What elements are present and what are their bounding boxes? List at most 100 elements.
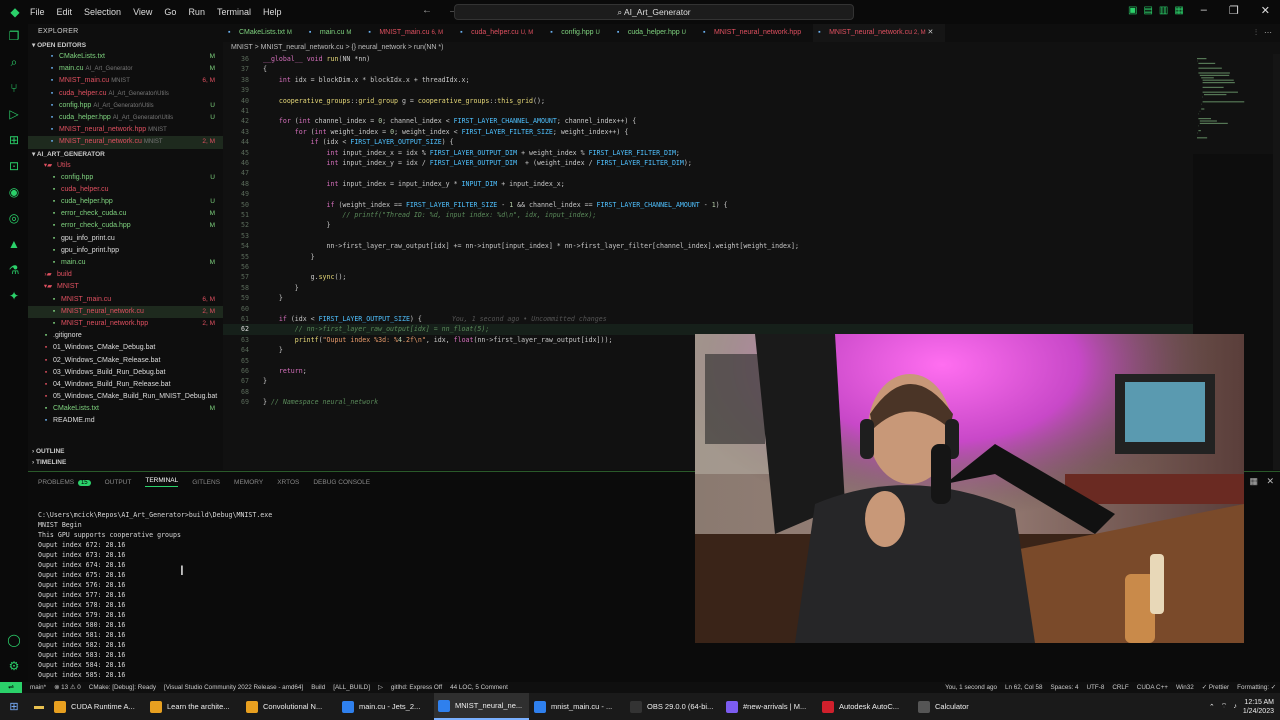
start-icon[interactable]: ⊞ <box>0 700 28 713</box>
open-editor-item[interactable]: ▪ MNIST_neural_network.cu MNIST 2, M <box>28 136 223 149</box>
editor-tab[interactable]: ▪ main.cu M <box>304 24 363 42</box>
tree-file[interactable]: ▪ 01_Windows_CMake_Debug.bat <box>28 342 223 354</box>
cmake-status[interactable]: CMake: [Debug]: Ready <box>89 684 156 691</box>
menu-terminal[interactable]: Terminal <box>217 7 251 17</box>
menu-go[interactable]: Go <box>164 7 176 17</box>
open-editor-item[interactable]: ▪ MNIST_neural_network.hpp MNIST <box>28 124 223 136</box>
close-panel-icon[interactable]: ✕ <box>1266 476 1274 487</box>
remote-indicator-icon[interactable]: ⇌ <box>0 682 22 693</box>
account-icon[interactable]: ◯ <box>6 632 22 648</box>
code-line[interactable]: 47 <box>223 168 1193 178</box>
editor-tab[interactable]: ▪ config.hpp U <box>545 24 612 42</box>
code-line[interactable]: 40 cooperative_groups::grid_group g = co… <box>223 96 1193 106</box>
tree-file[interactable]: ▪ .gitignore <box>28 330 223 342</box>
prettier-status[interactable]: ✓ Prettier <box>1202 682 1229 693</box>
outline-section[interactable]: › OUTLINE <box>28 446 223 457</box>
taskbar-app[interactable]: Calculator <box>914 693 1009 720</box>
code-line[interactable]: 42 for (int channel_index = 0; channel_i… <box>223 116 1193 126</box>
code-line[interactable]: 57 g.sync(); <box>223 272 1193 282</box>
tree-file[interactable]: ▪ gpu_info_print.cu <box>28 233 223 245</box>
tree-file[interactable]: ▪ config.hpp U <box>28 172 223 184</box>
tray-overflow-icon[interactable]: ⌃ <box>1209 703 1215 711</box>
editor-tab[interactable]: ▪ MNIST_neural_network.cu 2, M ✕ <box>813 24 946 42</box>
tree-folder[interactable]: ▾▰ Utils <box>28 160 223 172</box>
problems-status[interactable]: ⊗ 13 ⚠ 0 <box>54 684 81 691</box>
tab-gitlens[interactable]: GITLENS <box>192 479 220 486</box>
formatting-status[interactable]: Formatting: ✓ <box>1237 682 1276 693</box>
code-line[interactable]: 50 if (weight_index == FIRST_LAYER_FILTE… <box>223 200 1193 210</box>
tab-output[interactable]: OUTPUT <box>105 479 132 486</box>
gitlens-icon[interactable]: ◉ <box>6 184 22 200</box>
tree-file[interactable]: ▪ CMakeLists.txt M <box>28 403 223 415</box>
taskbar-app[interactable]: MNIST_neural_ne... <box>434 693 529 720</box>
tree-file[interactable]: ▪ MNIST_neural_network.hpp 2, M <box>28 318 223 330</box>
clock[interactable]: 12:15 AM 1/24/2023 <box>1243 698 1274 716</box>
menu-edit[interactable]: Edit <box>57 7 73 17</box>
volume-icon[interactable]: ♪ <box>1233 703 1237 710</box>
line-ending[interactable]: CRLF <box>1112 682 1128 693</box>
code-line[interactable]: 59 } <box>223 293 1193 303</box>
restore-icon[interactable]: ❐ <box>1229 4 1239 17</box>
code-line[interactable]: 49 <box>223 189 1193 199</box>
cursor-position[interactable]: Ln 62, Col 58 <box>1005 682 1042 693</box>
code-line[interactable]: 56 <box>223 262 1193 272</box>
tree-file[interactable]: ▪ gpu_info_print.hpp <box>28 245 223 257</box>
code-line[interactable]: 54 nn->first_layer_raw_output[idx] += nn… <box>223 241 1193 251</box>
open-editor-item[interactable]: ▪ MNIST_main.cu MNIST 6, M <box>28 75 223 87</box>
tree-file[interactable]: ▪ error_check_cuda.hpp M <box>28 220 223 232</box>
more-actions-icon[interactable]: ⋯ <box>1264 28 1272 38</box>
tree-folder[interactable]: ›▰ build <box>28 269 223 281</box>
open-editors-header[interactable]: ▾ OPEN EDITORS <box>28 40 223 51</box>
encoding[interactable]: UTF-8 <box>1086 682 1104 693</box>
minimize-icon[interactable]: – <box>1201 4 1207 17</box>
github-status[interactable]: gitlhd: Express Off <box>391 684 442 691</box>
code-line[interactable]: 43 for (int weight_index = 0; weight_ind… <box>223 127 1193 137</box>
tree-folder[interactable]: ▾▰ MNIST <box>28 281 223 293</box>
open-editor-item[interactable]: ▪ cuda_helper.cu AI_Art_Generator\Utils <box>28 88 223 100</box>
tab-memory[interactable]: MEMORY <box>234 479 263 486</box>
menu-selection[interactable]: Selection <box>84 7 121 17</box>
run-button[interactable]: ▷ <box>378 684 383 691</box>
taskbar-app[interactable]: Learn the archite... <box>146 693 241 720</box>
search-icon[interactable]: ⌕ <box>6 54 22 70</box>
back-arrow-icon[interactable]: ← <box>422 5 432 16</box>
toggle-secondary-sidebar-icon[interactable]: ▥ <box>1159 5 1168 16</box>
code-line[interactable]: 41 <box>223 106 1193 116</box>
code-line[interactable]: 55 } <box>223 252 1193 262</box>
tree-file[interactable]: ▪ README.md <box>28 415 223 427</box>
tab-debug-console[interactable]: DEBUG CONSOLE <box>313 479 370 486</box>
terminal-options-icon[interactable]: ▦ <box>1249 476 1258 487</box>
breadcrumb[interactable]: MNIST > MNIST_neural_network.cu > {} neu… <box>223 42 1280 54</box>
indentation[interactable]: Spaces: 4 <box>1050 682 1078 693</box>
tree-file[interactable]: ▪ cuda_helper.hpp U <box>28 196 223 208</box>
code-line[interactable]: 37 { <box>223 64 1193 74</box>
extension-panel-icon[interactable]: ✦ <box>6 288 22 304</box>
editor-tab[interactable]: ▪ cuda_helper.hpp U <box>612 24 698 42</box>
tree-file[interactable]: ▪ 04_Windows_Build_Run_Release.bat <box>28 379 223 391</box>
cmake-kit[interactable]: [Visual Studio Community 2022 Release - … <box>164 684 303 691</box>
tab-terminal[interactable]: TERMINAL <box>145 477 179 487</box>
code-line[interactable]: 52 } <box>223 220 1193 230</box>
close-tab-icon[interactable]: ✕ <box>928 29 934 36</box>
git-branch[interactable]: main* <box>30 684 46 691</box>
file-explorer-icon[interactable]: ▬ <box>28 701 50 712</box>
editor-scrollbar[interactable] <box>1273 54 1280 470</box>
code-line[interactable]: 38 int idx = blockDim.x * blockIdx.x + t… <box>223 75 1193 85</box>
open-editor-item[interactable]: ▪ CMakeLists.txt M <box>28 51 223 63</box>
taskbar-app[interactable]: OBS 29.0.0 (64-bi... <box>626 693 721 720</box>
project-header[interactable]: ▾ AI_ART_GENERATOR <box>28 149 223 160</box>
tree-file[interactable]: ▪ cuda_helper.cu <box>28 184 223 196</box>
build-button[interactable]: Build <box>311 684 325 691</box>
timeline-section[interactable]: › TIMELINE <box>28 457 223 468</box>
editor-tab[interactable]: ▪ MNIST_main.cu 6, M <box>363 24 455 42</box>
cmake-icon[interactable]: ▲ <box>6 236 22 252</box>
editor-tab[interactable]: ▪ cuda_helper.cu U, M <box>455 24 545 42</box>
code-line[interactable]: 46 int input_index_y = idx / FIRST_LAYER… <box>223 158 1193 168</box>
taskbar-app[interactable]: main.cu - Jets_2... <box>338 693 433 720</box>
taskbar-app[interactable]: #new-arrivals | M... <box>722 693 817 720</box>
extensions-icon[interactable]: ⊞ <box>6 132 22 148</box>
source-control-icon[interactable]: ⑂ <box>6 80 22 96</box>
tree-file[interactable]: ▪ 03_Windows_Build_Run_Debug.bat <box>28 367 223 379</box>
code-line[interactable]: 45 int input_index_x = idx % FIRST_LAYER… <box>223 148 1193 158</box>
toggle-sidebar-icon[interactable]: ▣ <box>1128 5 1137 16</box>
